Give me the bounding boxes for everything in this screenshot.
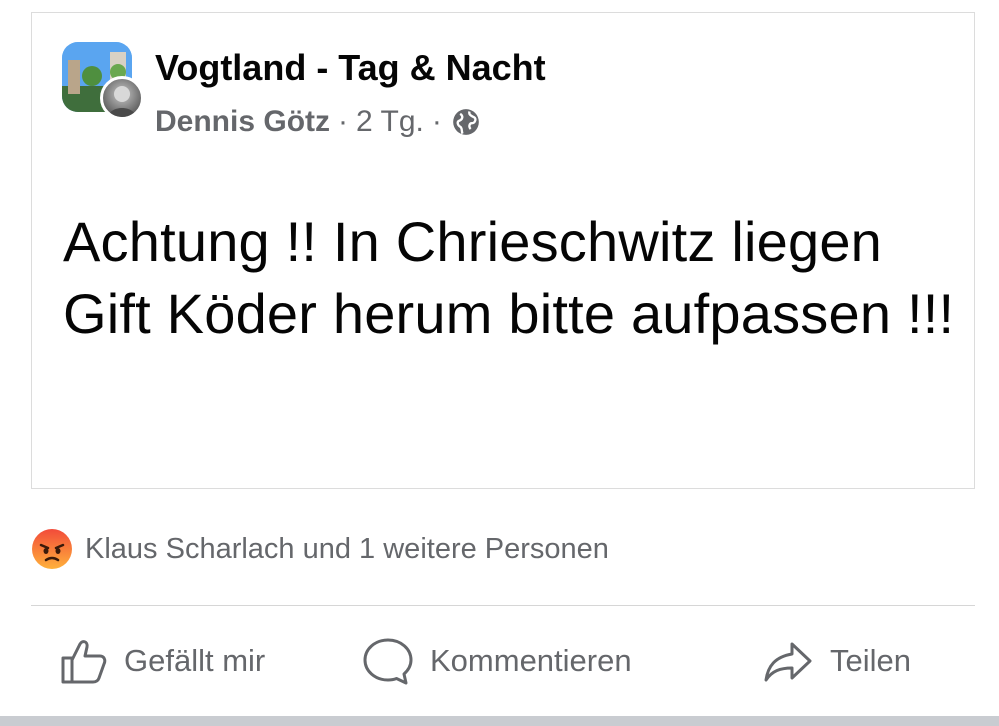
- reactions-text[interactable]: Klaus Scharlach und 1 weitere Personen: [85, 533, 609, 566]
- meta-separator: ·: [338, 105, 349, 138]
- actions-divider: [31, 605, 975, 606]
- reactions-summary[interactable]: Klaus Scharlach und 1 weitere Personen: [31, 528, 609, 570]
- meta-separator: ·: [431, 105, 442, 138]
- like-label: Gefällt mir: [124, 643, 266, 678]
- like-button[interactable]: Gefällt mir: [58, 636, 265, 686]
- thumbs-up-icon: [61, 640, 107, 684]
- post-time[interactable]: 2 Tg.: [356, 105, 424, 139]
- user-avatar[interactable]: [100, 76, 144, 120]
- comment-icon: [363, 638, 413, 685]
- share-button[interactable]: Teilen: [762, 636, 911, 686]
- comment-button[interactable]: Kommentieren: [362, 636, 632, 686]
- post-avatar[interactable]: [62, 42, 144, 120]
- share-label: Teilen: [830, 643, 911, 678]
- post-text: Achtung !! In Chrieschwitz liegen Gift K…: [63, 210, 955, 345]
- group-name[interactable]: Vogtland - Tag & Nacht: [155, 47, 546, 89]
- angry-reaction-icon: [31, 528, 73, 570]
- comment-label: Kommentieren: [430, 643, 632, 678]
- bottom-separator: [0, 716, 999, 726]
- post-meta: Dennis Götz · 2 Tg. ·: [155, 105, 480, 139]
- author-name[interactable]: Dennis Götz: [155, 105, 330, 139]
- share-icon: [764, 642, 812, 682]
- post-card: Vogtland - Tag & Nacht Dennis Götz · 2 T…: [31, 12, 975, 489]
- globe-icon: [452, 108, 480, 136]
